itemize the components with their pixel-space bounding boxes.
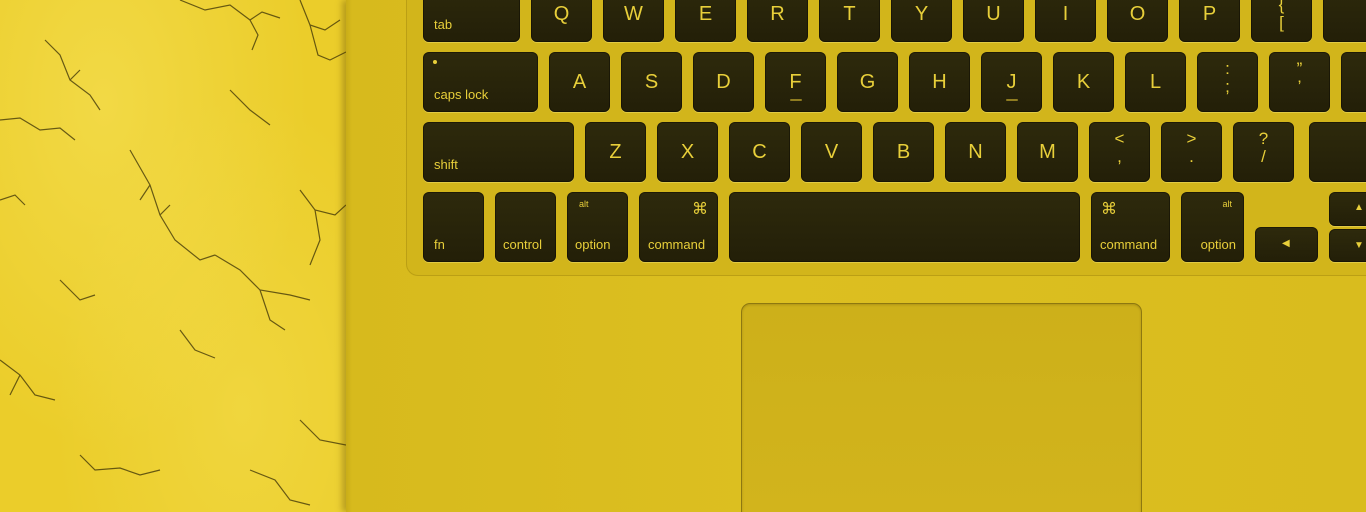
key-slash-upper: ? [1258,129,1269,148]
command-icon: ⌘ [1101,201,1117,218]
key-arrow-down[interactable]: ▼ [1329,229,1366,262]
home-row-bump [789,99,802,101]
key-e[interactable]: E [675,0,736,42]
key-option-left[interactable]: alt option [567,192,628,262]
key-control[interactable]: control [495,192,556,262]
key-p[interactable]: P [1179,0,1240,42]
key-q[interactable]: Q [531,0,592,42]
key-space[interactable] [729,192,1080,262]
key-fn[interactable]: fn [423,192,484,262]
caps-lock-indicator [433,60,437,64]
key-h[interactable]: H [909,52,970,112]
key-partial-r3[interactable] [1309,122,1366,182]
key-quote[interactable]: ” ’ [1269,52,1330,112]
key-bracket[interactable]: { [ [1251,0,1312,42]
key-d[interactable]: D [693,52,754,112]
key-partial-r1[interactable] [1323,0,1366,42]
key-i[interactable]: I [1035,0,1096,42]
key-t[interactable]: T [819,0,880,42]
key-x[interactable]: X [657,122,718,182]
key-caps-lock[interactable]: caps lock [423,52,538,112]
key-quote-upper: ” [1296,59,1303,78]
key-arrow-left[interactable]: ◀ [1255,227,1318,262]
key-slash[interactable]: ? / [1233,122,1294,182]
key-comma-lower: , [1117,147,1122,166]
key-period-upper: > [1186,129,1197,148]
key-b[interactable]: B [873,122,934,182]
marble-veins [0,0,346,506]
key-comma-upper: < [1114,129,1125,148]
key-bracket-lower: [ [1279,13,1284,32]
key-slash-lower: / [1261,147,1266,166]
command-icon: ⌘ [692,201,708,218]
key-u[interactable]: U [963,0,1024,42]
key-period[interactable]: > . [1161,122,1222,182]
home-row-bump [1005,99,1018,101]
key-bracket-upper: { [1278,0,1285,14]
trackpad[interactable] [741,303,1142,512]
key-command-left[interactable]: ⌘ command [639,192,718,262]
key-g[interactable]: G [837,52,898,112]
key-w[interactable]: W [603,0,664,42]
key-semicolon[interactable]: : ; [1197,52,1258,112]
laptop-photo: tab Q W E R T Y U I O P { [ caps lock A … [0,0,1366,512]
arrow-up-icon: ▲ [1354,202,1364,213]
key-l[interactable]: L [1125,52,1186,112]
key-shift[interactable]: shift [423,122,574,182]
key-partial-r2[interactable] [1341,52,1366,112]
key-option-right[interactable]: alt option [1181,192,1244,262]
key-period-lower: . [1189,147,1194,166]
key-k[interactable]: K [1053,52,1114,112]
marble-surface [0,0,346,512]
arrow-down-icon: ▼ [1354,240,1364,251]
key-s[interactable]: S [621,52,682,112]
key-r[interactable]: R [747,0,808,42]
key-o[interactable]: O [1107,0,1168,42]
key-z[interactable]: Z [585,122,646,182]
key-a[interactable]: A [549,52,610,112]
key-tab[interactable]: tab [423,0,520,42]
key-m[interactable]: M [1017,122,1078,182]
key-quote-lower: ’ [1297,77,1302,96]
key-semicolon-upper: : [1225,59,1230,78]
key-j[interactable]: J [981,52,1042,112]
key-command-right[interactable]: ⌘ command [1091,192,1170,262]
key-comma[interactable]: < , [1089,122,1150,182]
key-arrow-up[interactable]: ▲ [1329,192,1366,226]
key-y[interactable]: Y [891,0,952,42]
key-v[interactable]: V [801,122,862,182]
key-semicolon-lower: ; [1225,77,1230,96]
key-n[interactable]: N [945,122,1006,182]
key-f[interactable]: F [765,52,826,112]
key-c[interactable]: C [729,122,790,182]
arrow-left-icon: ◀ [1282,238,1290,249]
